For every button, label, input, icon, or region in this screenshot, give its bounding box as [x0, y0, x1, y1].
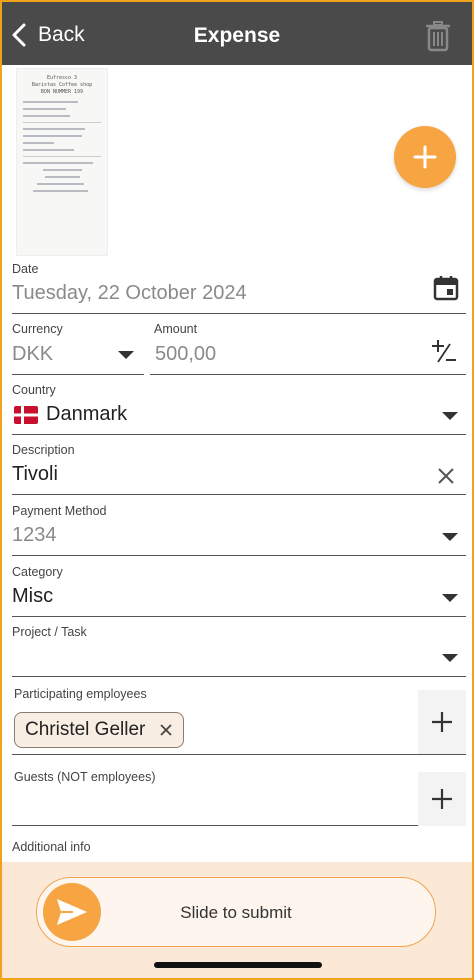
- chevron-down-icon[interactable]: [442, 533, 458, 541]
- slide-to-submit-label: Slide to submit: [180, 903, 292, 922]
- receipt-image[interactable]: Eufresco 3 Baristas Coffee shop BON NUMM…: [16, 68, 108, 256]
- plus-minus-icon[interactable]: [430, 338, 458, 366]
- close-icon[interactable]: [436, 466, 456, 486]
- add-participant-button[interactable]: [418, 690, 466, 754]
- project-task-underline: [12, 676, 466, 677]
- chevron-down-icon[interactable]: [442, 654, 458, 662]
- close-icon[interactable]: [159, 723, 173, 737]
- country-underline: [12, 434, 466, 435]
- description-value[interactable]: Tivoli: [12, 463, 58, 486]
- currency-value: DKK: [12, 343, 54, 365]
- amount-underline: [150, 374, 466, 375]
- date-label: Date: [12, 262, 39, 276]
- additional-info-field[interactable]: Additional info: [12, 840, 466, 860]
- country-value: Danmark: [46, 403, 128, 425]
- receipt-line: Baristas Coffee shop: [31, 82, 93, 88]
- add-guest-button[interactable]: [418, 772, 466, 826]
- receipt-line: Eufresco 3: [46, 75, 78, 81]
- chevron-down-icon[interactable]: [118, 351, 134, 359]
- top-bar: Back Expense: [2, 2, 472, 65]
- project-task-field[interactable]: Project / Task: [12, 625, 466, 677]
- currency-underline: [12, 374, 144, 375]
- payment-method-underline: [12, 555, 466, 556]
- chevron-down-icon[interactable]: [442, 412, 458, 420]
- currency-label: Currency: [12, 322, 63, 336]
- slide-to-submit[interactable]: Slide to submit: [36, 877, 436, 947]
- plus-icon: [432, 789, 452, 809]
- date-underline: [12, 313, 466, 314]
- chevron-down-icon[interactable]: [442, 594, 458, 602]
- home-indicator: [154, 962, 322, 968]
- participant-chip[interactable]: Christel Geller: [14, 712, 185, 748]
- payment-method-label: Payment Method: [12, 504, 107, 518]
- guests-underline: [12, 825, 466, 826]
- description-field[interactable]: Description Tivoli: [12, 443, 466, 495]
- page-title: Expense: [193, 24, 281, 47]
- amount-field[interactable]: Amount 500,00: [150, 322, 466, 375]
- description-label: Description: [12, 443, 75, 457]
- date-value: Tuesday, 22 October 2024: [12, 282, 247, 304]
- denmark-flag-icon: [14, 406, 38, 424]
- payment-method-field[interactable]: Payment Method 1234: [12, 504, 466, 556]
- participant-name: Christel Geller: [25, 719, 146, 740]
- date-field[interactable]: Date Tuesday, 22 October 2024: [12, 262, 466, 314]
- category-field[interactable]: Category Misc: [12, 565, 466, 617]
- plus-icon: [432, 712, 452, 732]
- guests-field: Guests (NOT employees): [12, 770, 466, 826]
- participants-label: Participating employees: [14, 687, 147, 701]
- country-label: Country: [12, 383, 56, 397]
- calendar-icon[interactable]: [432, 274, 460, 302]
- additional-info-label: Additional info: [12, 840, 91, 854]
- project-task-label: Project / Task: [12, 625, 87, 639]
- description-underline: [12, 494, 466, 495]
- amount-label: Amount: [154, 322, 198, 336]
- plus-icon: [413, 145, 437, 169]
- bottom-bar: Slide to submit: [2, 862, 472, 978]
- app-frame: Back Expense Eufresco 3 Baristas Coffee …: [2, 2, 472, 978]
- amount-value: 500,00: [155, 343, 217, 365]
- add-receipt-button[interactable]: [394, 126, 456, 188]
- payment-method-value: 1234: [12, 524, 57, 546]
- currency-field[interactable]: Currency DKK: [12, 322, 144, 375]
- country-field[interactable]: Country Danmark: [12, 383, 466, 435]
- trash-icon[interactable]: [424, 20, 452, 52]
- category-value: Misc: [12, 585, 54, 607]
- receipt-line: BON NUMMER 199: [40, 89, 84, 95]
- category-underline: [12, 616, 466, 617]
- guests-label: Guests (NOT employees): [14, 770, 156, 784]
- category-label: Category: [12, 565, 63, 579]
- participants-underline: [12, 754, 466, 755]
